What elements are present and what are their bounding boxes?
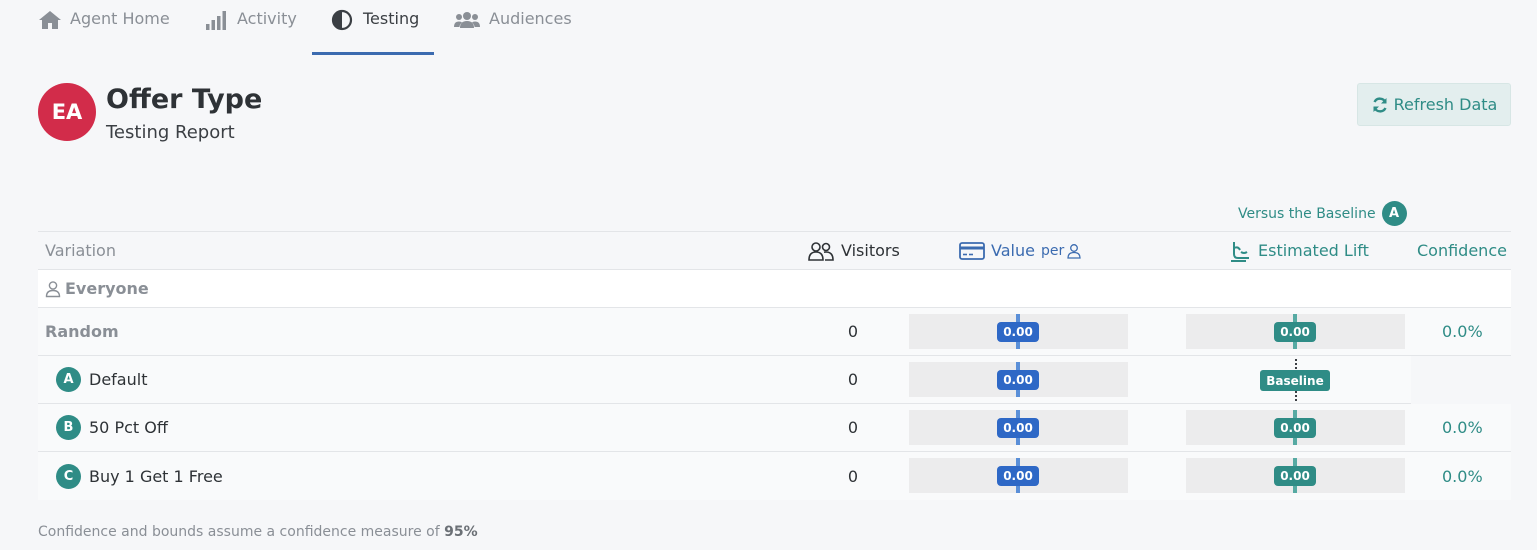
- variation-badge: B: [56, 415, 81, 440]
- footnote-text: Confidence and bounds assume a confidenc…: [38, 524, 440, 540]
- lift-bar: 0.00: [1186, 410, 1405, 445]
- table-row: C Buy 1 Get 1 Free 0 0.00 0.00 0.0%: [38, 452, 1511, 500]
- table-row: Random 0 0.00 0.00 0.0%: [38, 308, 1511, 356]
- variation-name: B 50 Pct Off: [56, 404, 168, 451]
- confidence-value: 0.0%: [1442, 418, 1483, 437]
- value-bar: 0.00: [909, 362, 1128, 397]
- variation-name: Random: [45, 322, 119, 341]
- tab-testing[interactable]: Testing: [331, 0, 419, 55]
- segment-row: Everyone: [38, 270, 1511, 308]
- value-bar-label: 0.00: [997, 466, 1039, 486]
- variation-label: Buy 1 Get 1 Free: [89, 466, 223, 486]
- avatar: EA: [38, 83, 96, 141]
- confidence-footnote: Confidence and bounds assume a confidenc…: [38, 524, 478, 540]
- confidence-value: 0.0%: [1442, 466, 1483, 486]
- table-row: A Default 0 0.00 Baseline: [38, 356, 1511, 404]
- value-bar: 0.00: [909, 314, 1128, 349]
- active-tab-indicator: [312, 52, 434, 55]
- column-header-confidence[interactable]: Confidence: [1417, 232, 1507, 269]
- variation-badge: C: [56, 463, 81, 489]
- column-header-variation[interactable]: Variation: [45, 232, 116, 269]
- table-header-row: Variation Visitors Value per Estimated L…: [38, 231, 1511, 270]
- lift-bar: 0.00: [1186, 314, 1405, 349]
- versus-baseline-label: Versus the Baseline A: [1238, 201, 1407, 226]
- tab-label: Testing: [363, 9, 420, 28]
- segment-name: Everyone: [65, 279, 149, 298]
- lift-header-label: Estimated Lift: [1258, 241, 1369, 260]
- column-header-estimated-lift[interactable]: Estimated Lift: [1228, 232, 1369, 269]
- users-icon: [454, 12, 480, 28]
- tab-label: Audiences: [489, 9, 572, 28]
- tab-activity[interactable]: Activity: [205, 0, 297, 55]
- confidence-value: 0.0%: [1442, 322, 1483, 341]
- confidence-empty-cell: [1411, 356, 1511, 404]
- segment-label: Everyone: [45, 270, 149, 307]
- refresh-label: Refresh Data: [1393, 95, 1498, 114]
- column-header-value[interactable]: Value per: [959, 232, 1081, 269]
- credit-card-icon: [959, 241, 985, 260]
- table-row: B 50 Pct Off 0 0.00 0.00 0.0%: [38, 404, 1511, 452]
- visitors-count: 0: [847, 466, 858, 486]
- home-icon: [39, 11, 61, 29]
- value-bar-label: 0.00: [997, 418, 1039, 438]
- visitors-count: 0: [847, 370, 858, 389]
- bar-chart-icon: [206, 11, 226, 30]
- value-bar: 0.00: [909, 410, 1128, 445]
- variation-name: C Buy 1 Get 1 Free: [56, 452, 223, 500]
- value-bar-label: 0.00: [997, 370, 1039, 390]
- value-header-label: Value: [991, 241, 1035, 260]
- page-subtitle: Testing Report: [106, 122, 235, 143]
- refresh-data-button[interactable]: Refresh Data: [1357, 83, 1511, 126]
- variation-badge: A: [56, 367, 81, 392]
- visitors-header-label: Visitors: [841, 241, 900, 260]
- versus-text: Versus the Baseline: [1238, 205, 1376, 222]
- variation-name: A Default: [56, 356, 147, 403]
- tab-label: Agent Home: [70, 9, 170, 28]
- visitors-icon: [808, 241, 834, 261]
- lift-bar-label: 0.00: [1274, 322, 1316, 342]
- column-header-visitors[interactable]: Visitors: [807, 232, 900, 269]
- user-icon: [45, 280, 61, 297]
- visitors-count: 0: [847, 418, 858, 437]
- page-title: Offer Type: [106, 84, 263, 115]
- value-per-label: per: [1040, 242, 1065, 259]
- top-nav: Agent Home Activity Testing Audiences: [0, 0, 1537, 56]
- half-circle-icon: [331, 9, 353, 31]
- footnote-value: 95%: [444, 524, 478, 540]
- lift-bar-label: 0.00: [1274, 418, 1316, 438]
- value-bar-label: 0.00: [997, 322, 1039, 342]
- variation-label: Default: [89, 370, 148, 389]
- baseline-badge: A: [1381, 201, 1407, 226]
- seedling-lift-icon: [1231, 241, 1249, 262]
- baseline-label: Baseline: [1260, 370, 1330, 391]
- lift-bar: 0.00: [1186, 458, 1405, 493]
- value-bar: 0.00: [909, 458, 1128, 493]
- testing-report-table: Variation Visitors Value per Estimated L…: [38, 231, 1511, 500]
- variation-label: 50 Pct Off: [89, 418, 168, 437]
- baseline-marker: Baseline: [1186, 356, 1405, 404]
- visitors-count: 0: [847, 322, 858, 341]
- user-icon: [1067, 243, 1081, 259]
- refresh-icon: [1373, 96, 1387, 113]
- tab-agent-home[interactable]: Agent Home: [38, 0, 170, 55]
- lift-bar-label: 0.00: [1274, 466, 1316, 486]
- tab-label: Activity: [237, 9, 297, 28]
- tab-audiences[interactable]: Audiences: [453, 0, 572, 55]
